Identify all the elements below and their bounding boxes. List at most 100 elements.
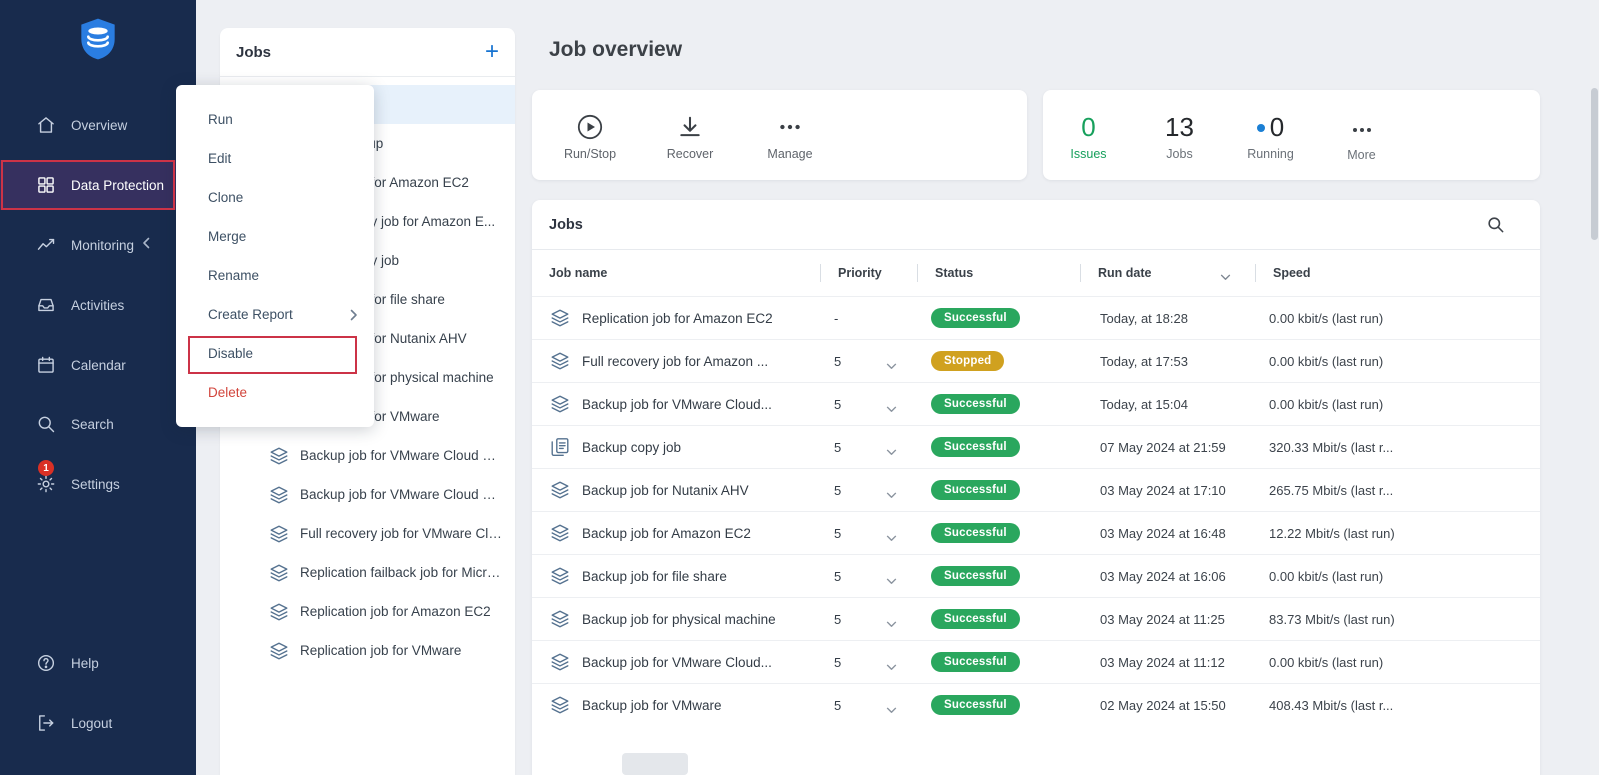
column-header-speed[interactable]: Speed [1255, 250, 1540, 296]
table-row[interactable]: Backup job for VMware Cloud... 5 Success… [532, 640, 1540, 683]
table-row[interactable]: Backup copy job 5 Successful 07 May 2024… [532, 425, 1540, 468]
table-row[interactable]: Replication job for Amazon EC2 - Success… [532, 296, 1540, 339]
priority-dropdown-icon[interactable] [886, 530, 897, 537]
priority-value: 5 [834, 569, 841, 584]
menu-item-disable[interactable]: Disable [176, 334, 374, 373]
backup-job-icon [549, 608, 571, 630]
job-name: Backup job for file share [582, 569, 737, 584]
priority-dropdown-icon[interactable] [886, 401, 897, 408]
priority-dropdown-icon[interactable] [886, 444, 897, 451]
replication-job-icon [549, 307, 571, 329]
table-row[interactable]: Backup job for Amazon EC2 5 Successful 0… [532, 511, 1540, 554]
logout-icon [36, 713, 56, 733]
job-name: Backup job for VMware Cloud Dire... [300, 487, 505, 502]
jobs-panel-title: Jobs [236, 44, 271, 61]
speed-value: 320.33 Mbit/s (last r... [1255, 440, 1540, 455]
speed-value: 408.43 Mbit/s (last r... [1255, 698, 1540, 713]
sidebar-item-search[interactable]: Search [0, 399, 196, 449]
sidebar-item-logout[interactable]: Logout [0, 698, 196, 748]
priority-dropdown-icon[interactable] [886, 616, 897, 623]
speed-value: 0.00 kbit/s (last run) [1255, 311, 1540, 326]
scrollbar-thumb[interactable] [1591, 88, 1598, 240]
sidebar-item-data-protection[interactable]: Data Protection [0, 160, 176, 210]
run-stop-button[interactable]: Run/Stop [544, 90, 636, 180]
job-list-item[interactable]: Replication job for Amazon EC2 [220, 592, 515, 631]
job-list-item[interactable]: Backup job for VMware Cloud Dire... [220, 436, 515, 475]
column-header-status[interactable]: Status [917, 250, 1080, 296]
stat-label: More [1347, 148, 1375, 162]
priority-dropdown-icon[interactable] [886, 659, 897, 666]
sidebar-item-overview[interactable]: Overview [0, 100, 196, 150]
sidebar-item-monitoring[interactable]: Monitoring [0, 220, 196, 270]
sort-caret-icon[interactable] [1220, 270, 1231, 277]
table-row[interactable]: Backup job for VMware 5 Successful 02 Ma… [532, 683, 1540, 726]
add-job-button[interactable]: + [485, 41, 499, 63]
menu-item-run[interactable]: Run [176, 100, 374, 139]
status-badge: Successful [931, 480, 1020, 500]
job-name: Replication job for Amazon EC2 [300, 604, 491, 619]
table-title-bar: Jobs [532, 200, 1540, 250]
pagination-control[interactable] [622, 753, 688, 775]
job-name: Full recovery job for VMware Cloud... [300, 526, 505, 541]
job-type-icon [268, 640, 290, 662]
column-header-priority[interactable]: Priority [820, 250, 917, 296]
table-header-row: Job name Priority Status Run date Speed [532, 250, 1540, 296]
menu-item-rename[interactable]: Rename [176, 256, 374, 295]
table-row[interactable]: Backup job for file share 5 Successful 0… [532, 554, 1540, 597]
job-stats-card: 0 Issues 13 Jobs 0 Running More [1043, 90, 1540, 180]
table-row[interactable]: Backup job for VMware Cloud... 5 Success… [532, 382, 1540, 425]
job-name: Backup job for Amazon EC2 [582, 526, 761, 541]
table-row[interactable]: Full recovery job for Amazon ... 5 Stopp… [532, 339, 1540, 382]
manage-button[interactable]: Manage [744, 90, 836, 180]
table-row[interactable]: Backup job for physical machine 5 Succes… [532, 597, 1540, 640]
status-badge: Successful [931, 609, 1020, 629]
sidebar-item-label: Calendar [71, 358, 126, 373]
status-badge: Successful [931, 523, 1020, 543]
priority-dropdown-icon[interactable] [886, 702, 897, 709]
job-type-icon [268, 484, 290, 506]
status-badge: Successful [931, 437, 1020, 457]
job-name: Replication job for VMware [300, 643, 461, 658]
column-header-run-date[interactable]: Run date [1080, 250, 1255, 296]
menu-item-delete[interactable]: Delete [176, 373, 374, 412]
priority-value: 5 [834, 483, 841, 498]
priority-dropdown-icon[interactable] [886, 573, 897, 580]
table-row[interactable]: Backup job for Nutanix AHV 5 Successful … [532, 468, 1540, 511]
priority-value: 5 [834, 440, 841, 455]
sidebar-item-help[interactable]: Help [0, 638, 196, 688]
gear-icon [36, 474, 56, 494]
stat-label: Jobs [1166, 147, 1192, 161]
stats-more-button[interactable]: More [1316, 90, 1407, 180]
job-list-item[interactable]: Full recovery job for VMware Cloud... [220, 514, 515, 553]
stat-running: 0 Running [1225, 90, 1316, 180]
recovery-job-icon [549, 350, 571, 372]
recover-button[interactable]: Recover [644, 90, 736, 180]
priority-dropdown-icon[interactable] [886, 358, 897, 365]
jobs-count: 13 [1165, 112, 1194, 143]
speed-value: 265.75 Mbit/s (last r... [1255, 483, 1540, 498]
sidebar-item-activities[interactable]: Activities [0, 280, 196, 330]
menu-item-merge[interactable]: Merge [176, 217, 374, 256]
job-list-item[interactable]: Replication failback job for Microso... [220, 553, 515, 592]
run-date: 03 May 2024 at 16:48 [1080, 526, 1255, 541]
priority-dropdown-icon[interactable] [886, 487, 897, 494]
download-icon [677, 113, 703, 141]
table-search-icon[interactable] [1486, 215, 1505, 234]
run-date: Today, at 17:53 [1080, 354, 1255, 369]
line-chart-icon [36, 235, 56, 255]
priority-value: - [834, 311, 838, 326]
column-header-job-name[interactable]: Job name [532, 250, 820, 296]
run-date: 03 May 2024 at 16:06 [1080, 569, 1255, 584]
sidebar-item-settings[interactable]: 1 Settings [0, 459, 196, 509]
menu-item-create-report[interactable]: Create Report [176, 295, 374, 334]
menu-item-clone[interactable]: Clone [176, 178, 374, 217]
chevron-left-icon[interactable] [140, 237, 152, 251]
stat-label: Running [1247, 147, 1294, 161]
sidebar-item-calendar[interactable]: Calendar [0, 340, 196, 390]
priority-value: 5 [834, 397, 841, 412]
job-list-item[interactable]: Replication job for VMware [220, 631, 515, 670]
more-ellipsis-icon [1350, 116, 1374, 144]
menu-item-edit[interactable]: Edit [176, 139, 374, 178]
sidebar-item-label: Activities [71, 298, 124, 313]
job-list-item[interactable]: Backup job for VMware Cloud Dire... [220, 475, 515, 514]
